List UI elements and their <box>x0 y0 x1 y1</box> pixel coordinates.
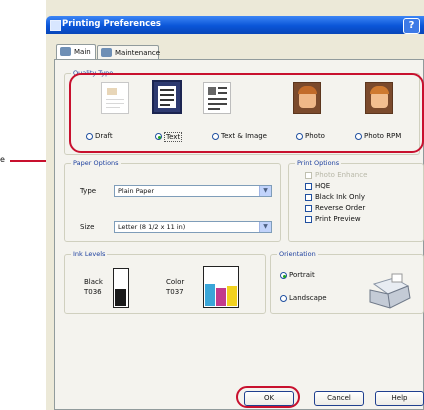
title-bar: Printing Preferences ? <box>46 16 424 34</box>
paper-type-value: Plain Paper <box>118 187 155 195</box>
paper-size-select[interactable]: Letter (8 1/2 x 11 in) ▼ <box>114 221 272 233</box>
hqe-checkbox[interactable] <box>305 183 312 190</box>
portrait-radio[interactable] <box>280 272 287 279</box>
printer-icon <box>50 20 61 31</box>
photo-enhance-checkbox <box>305 172 312 179</box>
chevron-down-icon[interactable]: ▼ <box>259 186 271 196</box>
ok-highlight <box>236 386 300 408</box>
tab-main-label: Main <box>74 48 91 56</box>
window-title: Printing Preferences <box>62 19 161 29</box>
tab-maintenance[interactable]: Maintenance <box>97 45 161 59</box>
reverse-order-checkbox[interactable] <box>305 205 312 212</box>
maintenance-tab-icon <box>101 48 112 57</box>
chevron-down-icon[interactable]: ▼ <box>259 222 271 232</box>
black-ink-label: Black <box>84 278 103 286</box>
print-preview-checkbox[interactable] <box>305 216 312 223</box>
landscape-radio[interactable] <box>280 295 287 302</box>
color-cartridge <box>203 266 239 308</box>
print-preview-label: Print Preview <box>315 215 361 223</box>
tab-main[interactable]: Main <box>56 44 96 60</box>
yellow-ink-fill <box>227 286 237 306</box>
color-ink-label: Color <box>166 278 185 286</box>
magenta-ink-fill <box>216 288 226 306</box>
cancel-button[interactable]: Cancel <box>314 391 364 406</box>
paper-options-label: Paper Options <box>71 159 121 167</box>
print-options-label: Print Options <box>295 159 342 167</box>
black-ink-only-label: Black Ink Only <box>315 193 365 201</box>
paper-type-select[interactable]: Plain Paper ▼ <box>114 185 272 197</box>
landscape-label: Landscape <box>289 294 327 302</box>
black-ink-code: T036 <box>84 288 102 296</box>
black-ink-only-checkbox[interactable] <box>305 194 312 201</box>
paper-size-value: Letter (8 1/2 x 11 in) <box>118 223 186 231</box>
ink-levels-label: Ink Levels <box>71 250 108 258</box>
reverse-order-label: Reverse Order <box>315 204 366 212</box>
black-ink-fill <box>115 288 126 306</box>
orientation-label: Orientation <box>277 250 318 258</box>
tab-maintenance-label: Maintenance <box>115 49 161 57</box>
black-cartridge <box>113 268 129 308</box>
photo-enhance-label: Photo Enhance <box>315 171 368 179</box>
callout-label: e <box>0 155 5 164</box>
help-title-button[interactable]: ? <box>403 18 420 34</box>
help-button[interactable]: Help <box>375 391 424 406</box>
color-ink-code: T037 <box>166 288 184 296</box>
main-tab-icon <box>60 47 71 56</box>
portrait-label: Portrait <box>289 271 315 279</box>
quality-highlight <box>69 73 424 153</box>
size-label: Size <box>80 223 95 231</box>
hqe-label: HQE <box>315 182 331 190</box>
printer-icon <box>364 272 414 310</box>
type-label: Type <box>80 187 97 195</box>
cyan-ink-fill <box>205 284 215 306</box>
